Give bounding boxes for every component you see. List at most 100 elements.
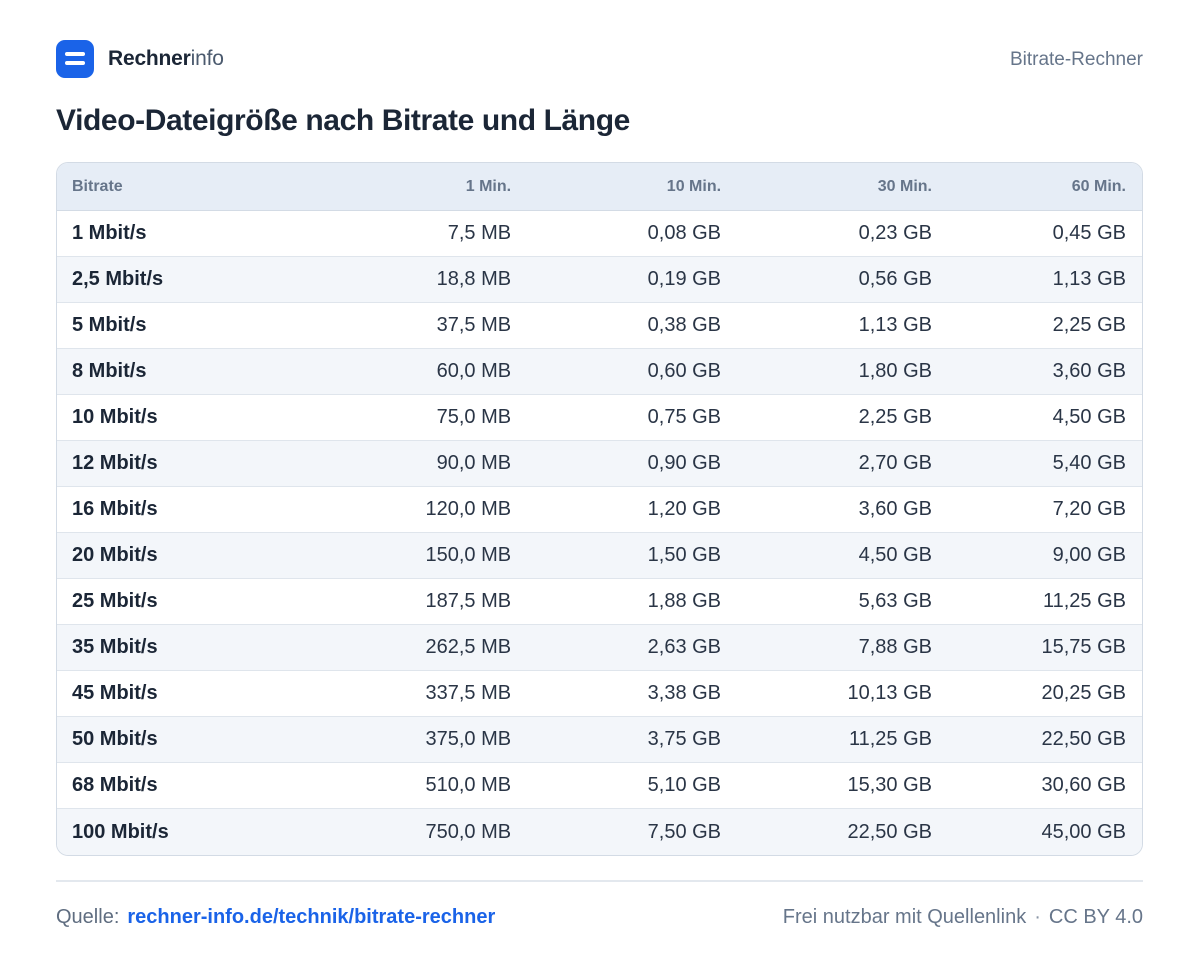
filesize-cell: 20,25 GB xyxy=(932,670,1142,717)
filesize-cell: 0,56 GB xyxy=(721,256,932,303)
site-header: Rechnerinfo Bitrate-Rechner xyxy=(56,40,1143,78)
filesize-cell: 3,75 GB xyxy=(511,716,722,763)
bitrate-cell: 100 Mbit/s xyxy=(57,808,301,855)
filesize-cell: 4,50 GB xyxy=(932,394,1142,441)
column-header: 60 Min. xyxy=(932,163,1142,211)
bitrate-cell: 5 Mbit/s xyxy=(57,302,301,349)
filesize-cell: 22,50 GB xyxy=(721,808,932,855)
table-row: 10 Mbit/s 75,0 MB 0,75 GB 2,25 GB 4,50 GB xyxy=(57,394,1142,441)
filesize-cell: 10,13 GB xyxy=(721,670,932,717)
filesize-cell: 0,60 GB xyxy=(511,348,722,395)
table-row: 12 Mbit/s 90,0 MB 0,90 GB 2,70 GB 5,40 GB xyxy=(57,440,1142,487)
filesize-cell: 0,75 GB xyxy=(511,394,722,441)
filesize-cell: 30,60 GB xyxy=(932,762,1142,809)
table-row: 35 Mbit/s 262,5 MB 2,63 GB 7,88 GB 15,75 GB xyxy=(57,624,1142,671)
filesize-cell: 1,50 GB xyxy=(511,532,722,579)
bitrate-cell: 68 Mbit/s xyxy=(57,762,301,809)
filesize-cell: 2,70 GB xyxy=(721,440,932,487)
page-title: Video-Dateigröße nach Bitrate und Länge xyxy=(56,104,630,137)
bitrate-cell: 8 Mbit/s xyxy=(57,348,301,395)
filesize-cell: 7,5 MB xyxy=(300,210,512,257)
filesize-cell: 337,5 MB xyxy=(300,670,512,717)
header-page-label: Bitrate-Rechner xyxy=(1009,49,1143,70)
filesize-cell: 7,20 GB xyxy=(932,486,1142,533)
column-header: Bitrate xyxy=(57,163,301,211)
filesize-cell: 45,00 GB xyxy=(932,808,1142,855)
table-row: 45 Mbit/s 337,5 MB 3,38 GB 10,13 GB 20,25 GB xyxy=(57,670,1142,717)
filesize-cell: 11,25 GB xyxy=(721,716,932,763)
filesize-cell: 0,90 GB xyxy=(511,440,722,487)
filesize-cell: 510,0 MB xyxy=(300,762,512,809)
filesize-cell: 0,08 GB xyxy=(511,210,722,257)
table-header-row: Bitrate 1 Min. 10 Min. 30 Min. 60 Min. xyxy=(57,163,1142,211)
filesize-cell: 5,10 GB xyxy=(511,762,722,809)
filesize-cell: 375,0 MB xyxy=(300,716,512,763)
table-row: 50 Mbit/s 375,0 MB 3,75 GB 11,25 GB 22,50 GB xyxy=(57,716,1142,763)
filesize-cell: 7,88 GB xyxy=(721,624,932,671)
brand-name-strong: Rechner xyxy=(108,47,191,70)
filesize-cell: 37,5 MB xyxy=(300,302,512,349)
bitrate-cell: 25 Mbit/s xyxy=(57,578,301,625)
column-header: 1 Min. xyxy=(300,163,512,211)
bitrate-cell: 50 Mbit/s xyxy=(57,716,301,763)
bitrate-cell: 45 Mbit/s xyxy=(57,670,301,717)
filesize-cell: 15,75 GB xyxy=(932,624,1142,671)
filesize-cell: 1,13 GB xyxy=(721,302,932,349)
brand-logo[interactable]: Rechnerinfo xyxy=(56,40,224,78)
filesize-cell: 187,5 MB xyxy=(300,578,512,625)
filesize-cell: 0,38 GB xyxy=(511,302,722,349)
table-row: 100 Mbit/s 750,0 MB 7,50 GB 22,50 GB 45,00 G… xyxy=(57,808,1142,855)
table-row: 1 Mbit/s 7,5 MB 0,08 GB 0,23 GB 0,45 GB xyxy=(57,210,1142,257)
bitrate-cell: 2,5 Mbit/s xyxy=(57,256,301,303)
separator: · xyxy=(1034,906,1041,928)
filesize-cell: 22,50 GB xyxy=(932,716,1142,763)
footer-divider xyxy=(56,880,1143,882)
filesize-cell: 1,80 GB xyxy=(721,348,932,395)
license-label: CC BY 4.0 xyxy=(1048,906,1143,928)
bitrate-cell: 12 Mbit/s xyxy=(57,440,301,487)
filesize-cell: 15,30 GB xyxy=(721,762,932,809)
table-row: 8 Mbit/s 60,0 MB 0,60 GB 1,80 GB 3,60 GB xyxy=(57,348,1142,395)
filesize-cell: 5,63 GB xyxy=(721,578,932,625)
column-header: 10 Min. xyxy=(511,163,722,211)
filesize-cell: 2,25 GB xyxy=(932,302,1142,349)
table-row: 20 Mbit/s 150,0 MB 1,50 GB 4,50 GB 9,00 GB xyxy=(57,532,1142,579)
license-note: Frei nutzbar mit Quellenlink xyxy=(782,906,1027,928)
page: Rechnerinfo Bitrate-Rechner Video-Dateig… xyxy=(0,0,1200,960)
filesize-cell: 0,19 GB xyxy=(511,256,722,303)
equals-logo-icon xyxy=(56,40,94,78)
brand-name: Rechnerinfo xyxy=(108,47,224,71)
filesize-table: Bitrate 1 Min. 10 Min. 30 Min. 60 Min. 1… xyxy=(57,163,1142,855)
bitrate-cell: 20 Mbit/s xyxy=(57,532,301,579)
filesize-cell: 0,23 GB xyxy=(721,210,932,257)
footer: Quelle: rechner-info.de/technik/bitrate-r… xyxy=(56,906,1143,929)
bitrate-cell: 1 Mbit/s xyxy=(57,210,301,257)
filesize-cell: 2,25 GB xyxy=(721,394,932,441)
filesize-cell: 150,0 MB xyxy=(300,532,512,579)
filesize-cell: 3,60 GB xyxy=(932,348,1142,395)
filesize-cell: 11,25 GB xyxy=(932,578,1142,625)
filesize-cell: 0,45 GB xyxy=(932,210,1142,257)
filesize-cell: 5,40 GB xyxy=(932,440,1142,487)
column-header: 30 Min. xyxy=(721,163,932,211)
source-link[interactable]: rechner-info.de/technik/bitrate-rechner xyxy=(127,906,495,928)
bitrate-cell: 16 Mbit/s xyxy=(57,486,301,533)
filesize-cell: 1,88 GB xyxy=(511,578,722,625)
filesize-cell: 2,63 GB xyxy=(511,624,722,671)
filesize-cell: 7,50 GB xyxy=(511,808,722,855)
filesize-cell: 9,00 GB xyxy=(932,532,1142,579)
license-info: Frei nutzbar mit Quellenlink · CC BY 4.0 xyxy=(783,906,1143,929)
filesize-cell: 75,0 MB xyxy=(300,394,512,441)
table-row: 25 Mbit/s 187,5 MB 1,88 GB 5,63 GB 11,25 GB xyxy=(57,578,1142,625)
brand-name-light: info xyxy=(190,47,224,70)
filesize-cell: 750,0 MB xyxy=(300,808,512,855)
filesize-cell: 60,0 MB xyxy=(300,348,512,395)
bitrate-cell: 10 Mbit/s xyxy=(57,394,301,441)
filesize-cell: 90,0 MB xyxy=(300,440,512,487)
table-row: 2,5 Mbit/s 18,8 MB 0,19 GB 0,56 GB 1,13 GB xyxy=(57,256,1142,303)
table-body: 1 Mbit/s 7,5 MB 0,08 GB 0,23 GB 0,45 GB 2,5 M… xyxy=(57,210,1142,855)
filesize-cell: 1,20 GB xyxy=(511,486,722,533)
filesize-cell: 4,50 GB xyxy=(721,532,932,579)
filesize-cell: 3,60 GB xyxy=(721,486,932,533)
table-row: 16 Mbit/s 120,0 MB 1,20 GB 3,60 GB 7,20 GB xyxy=(57,486,1142,533)
